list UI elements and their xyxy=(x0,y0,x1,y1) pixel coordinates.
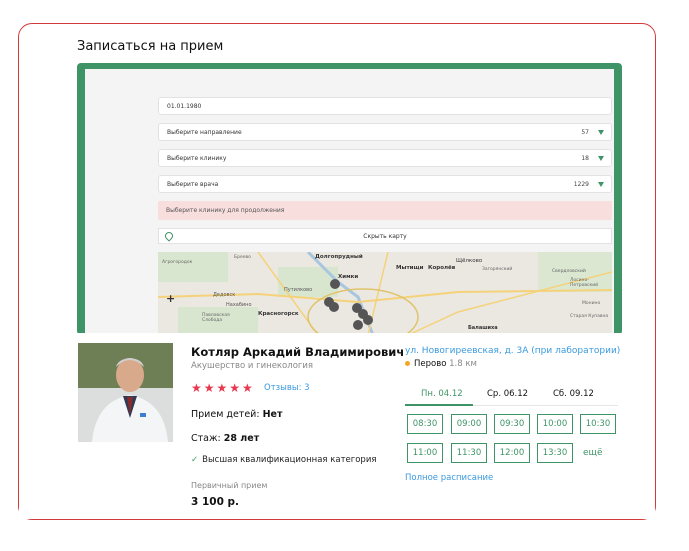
doctor-specialty: Акушерство и гинекология xyxy=(191,361,313,371)
direction-select[interactable]: Выберите направление 57 xyxy=(158,123,612,141)
map-label-1: Долгопрудный xyxy=(315,254,363,260)
map-label-6: Путилково xyxy=(284,287,313,293)
doctor-count: 1229 xyxy=(573,181,589,188)
zoom-in-button[interactable]: + xyxy=(166,292,175,305)
direction-label: Выберите направление xyxy=(167,129,242,136)
birthdate-input[interactable]: 01.01.1980 xyxy=(158,97,612,115)
booking-form: 01.01.1980 Выберите направление 57 Выбер… xyxy=(85,69,614,335)
tab-day-1[interactable]: Пн. 04.12 xyxy=(421,389,463,399)
map-label-16: Монино xyxy=(582,301,601,306)
page-title: Записаться на прием xyxy=(77,39,224,54)
chevron-down-icon xyxy=(598,130,604,135)
checkmark-icon: ✓ xyxy=(191,455,199,465)
hide-map-label: Скрыть карту xyxy=(363,233,407,240)
active-tab-indicator xyxy=(405,404,473,406)
metro-line-icon xyxy=(405,361,410,366)
map-label-17: Старая Купавна xyxy=(570,314,609,319)
map-label-15: Лосино-Петровский xyxy=(570,278,599,288)
map-label-3: Мытищи xyxy=(396,265,424,271)
time-slot[interactable]: 11:30 xyxy=(451,443,487,463)
booking-widget: 01.01.1980 Выберите направление 57 Выбер… xyxy=(77,63,622,335)
map-label-8: Нахабино xyxy=(226,302,252,308)
doctor-photo xyxy=(78,343,173,442)
kids-reception: Прием детей: Нет xyxy=(191,409,282,420)
appointment-type: Первичный прием xyxy=(191,481,268,490)
warning-banner: Выберите клинику для продолжения xyxy=(158,201,612,220)
time-slot[interactable]: 09:00 xyxy=(451,414,487,434)
rating-stars: ★★★★★ xyxy=(191,381,255,395)
time-slot[interactable]: 12:00 xyxy=(494,443,530,463)
birthdate-value: 01.01.1980 xyxy=(167,103,202,110)
qualification: ✓ Высшая квалификационная категория xyxy=(191,455,376,465)
experience: Стаж: 28 лет xyxy=(191,433,259,444)
price: 3 100 р. xyxy=(191,496,240,508)
tab-day-3[interactable]: Сб. 09.12 xyxy=(553,389,594,399)
clinic-label: Выберите клинику xyxy=(167,155,227,162)
map-label-12: Бреево xyxy=(234,255,251,260)
time-slot[interactable]: 13:30 xyxy=(537,443,573,463)
metro-name: Перово xyxy=(414,359,447,369)
doctor-label: Выберите врача xyxy=(167,181,219,188)
time-slot[interactable]: 10:30 xyxy=(580,414,616,434)
clinic-address-link[interactable]: ул. Новогиреевская, д. 3А (при лаборатор… xyxy=(405,346,620,356)
map-label-9: Красногорск xyxy=(258,311,299,317)
map-label-7: Дедовск xyxy=(213,292,236,298)
map-label-11: Агрогородок xyxy=(162,260,193,265)
map-label-13: Загорянский xyxy=(482,267,513,272)
qualification-text: Высшая квалификационная категория xyxy=(202,455,377,465)
experience-label: Стаж: xyxy=(191,433,221,444)
doctor-select[interactable]: Выберите врача 1229 xyxy=(158,175,612,193)
chevron-down-icon xyxy=(598,182,604,187)
doctor-name[interactable]: Котляр Аркадий Владимирович xyxy=(191,345,404,359)
clinic-select[interactable]: Выберите клинику 18 xyxy=(158,149,612,167)
direction-count: 57 xyxy=(581,129,589,136)
map-label-5: Химки xyxy=(338,274,359,280)
experience-value: 28 лет xyxy=(223,433,260,444)
time-slot[interactable]: 09:30 xyxy=(494,414,530,434)
hide-map-button[interactable]: Скрыть карту xyxy=(158,228,612,244)
clinic-count: 18 xyxy=(581,155,589,162)
time-slot[interactable]: 10:00 xyxy=(537,414,573,434)
map-label-10: Балашиха xyxy=(468,325,498,331)
metro-distance: 1.8 км xyxy=(449,359,477,369)
map-label-2: Щёлково xyxy=(456,258,483,264)
warning-text: Выберите клинику для продолжения xyxy=(166,207,285,214)
more-slots-link[interactable]: ещё xyxy=(583,448,603,458)
metro-station: Перово 1.8 км xyxy=(405,359,477,369)
time-slot[interactable]: 08:30 xyxy=(407,414,443,434)
kids-value: Нет xyxy=(262,409,283,420)
map[interactable]: Долгопрудный Щёлково Мытищи Королёв Химк… xyxy=(158,252,612,335)
tab-day-2[interactable]: Ср. 06.12 xyxy=(487,389,528,399)
reviews-link[interactable]: Отзывы: 3 xyxy=(264,383,310,393)
time-slot[interactable]: 11:00 xyxy=(407,443,443,463)
map-label-14: Свердловский xyxy=(552,269,586,274)
map-label-4: Королёв xyxy=(428,265,456,271)
map-label-18: Павловская Слобода xyxy=(202,313,230,323)
full-schedule-link[interactable]: Полное расписание xyxy=(405,473,493,483)
kids-label: Прием детей: xyxy=(191,409,260,420)
chevron-down-icon xyxy=(598,156,604,161)
